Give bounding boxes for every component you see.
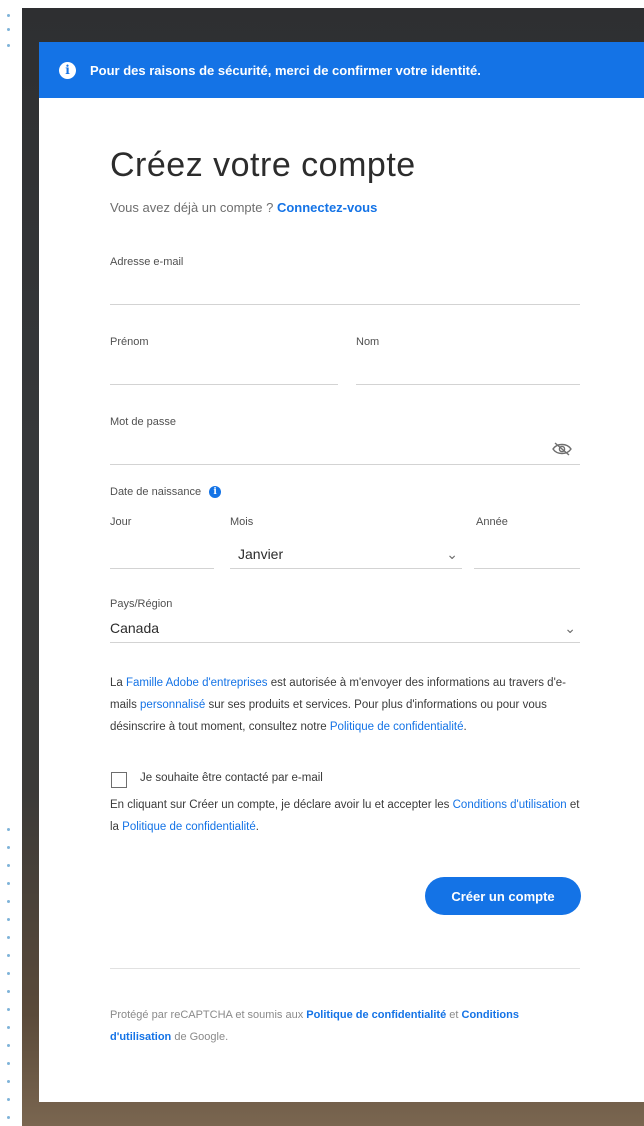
privacy-policy-link[interactable]: Politique de confidentialité <box>122 821 256 833</box>
terms-text: En cliquant sur Créer un compte, je décl… <box>110 794 580 838</box>
country-value: Canada <box>110 620 160 636</box>
recaptcha-text-part: Protégé par reCAPTCHA et soumis aux <box>110 1009 307 1021</box>
info-icon: i <box>59 61 76 79</box>
password-field[interactable] <box>110 436 580 465</box>
day-label: Jour <box>110 516 132 528</box>
signup-card: i Pour des raisons de sécurité, merci de… <box>39 42 644 1102</box>
birthdate-label: Date de naissance i <box>110 486 222 499</box>
day-field[interactable] <box>110 540 214 569</box>
year-field[interactable] <box>474 540 580 569</box>
decor-dot <box>7 864 10 867</box>
lastname-label: Nom <box>356 336 380 348</box>
decor-dot <box>7 1062 10 1065</box>
decor-dot <box>7 14 10 17</box>
decor-dot <box>7 1116 10 1119</box>
email-label: Adresse e-mail <box>110 256 184 268</box>
decor-dot <box>7 882 10 885</box>
decor-dot <box>7 1080 10 1083</box>
decor-dot <box>7 1044 10 1047</box>
consent-text-part: La <box>110 677 126 689</box>
decor-dot <box>7 44 10 47</box>
consent-text-part: . <box>463 721 467 733</box>
country-select[interactable]: Canada ⌄ <box>110 614 580 643</box>
month-label: Mois <box>230 516 254 528</box>
marketing-consent-text: La Famille Adobe d'entreprises est autor… <box>110 672 580 738</box>
page-title: Créez votre compte <box>110 146 416 184</box>
birthdate-label-text: Date de naissance <box>110 486 202 498</box>
password-label: Mot de passe <box>110 416 177 428</box>
info-icon[interactable]: i <box>209 486 222 499</box>
decor-dot <box>7 936 10 939</box>
terms-text-part: En cliquant sur Créer un compte, je décl… <box>110 799 453 811</box>
terms-text-part: . <box>255 821 259 833</box>
create-account-button[interactable]: Créer un compte <box>425 877 581 915</box>
email-contact-checkbox[interactable] <box>111 772 127 788</box>
recaptcha-text-part: de Google. <box>171 1031 229 1043</box>
background-left-strip <box>0 0 22 1126</box>
decor-dot <box>7 972 10 975</box>
google-privacy-link[interactable]: Politique de confidentialité <box>306 1009 446 1021</box>
recaptcha-text-part: et <box>446 1009 462 1021</box>
lastname-field[interactable] <box>356 356 580 385</box>
personalized-link[interactable]: personnalisé <box>140 699 205 711</box>
month-value: Janvier <box>238 546 284 562</box>
email-contact-label[interactable]: Je souhaite être contacté par e-mail <box>140 772 323 784</box>
decor-dot <box>7 954 10 957</box>
decor-dot <box>7 828 10 831</box>
decor-dot <box>7 900 10 903</box>
decor-dot <box>7 846 10 849</box>
decor-dot <box>7 1026 10 1029</box>
signin-prompt: Vous avez déjà un compte ? Connectez-vou… <box>110 200 377 215</box>
eye-slash-icon[interactable] <box>552 442 572 456</box>
decor-dot <box>7 1008 10 1011</box>
decor-dot <box>7 28 10 31</box>
chevron-down-icon: ⌄ <box>564 619 576 636</box>
month-select[interactable]: Janvier ⌄ <box>230 540 462 569</box>
terms-of-use-link[interactable]: Conditions d'utilisation <box>453 799 567 811</box>
security-banner: i Pour des raisons de sécurité, merci de… <box>39 42 644 98</box>
banner-text: Pour des raisons de sécurité, merci de c… <box>90 62 481 78</box>
privacy-policy-link[interactable]: Politique de confidentialité <box>330 721 464 733</box>
decor-dot <box>7 918 10 921</box>
adobe-family-link[interactable]: Famille Adobe d'entreprises <box>126 677 268 689</box>
firstname-field[interactable] <box>110 356 338 385</box>
decor-dot <box>7 990 10 993</box>
decor-dot <box>7 1098 10 1101</box>
signin-link[interactable]: Connectez-vous <box>277 200 377 215</box>
recaptcha-notice: Protégé par reCAPTCHA et soumis aux Poli… <box>110 1004 580 1048</box>
chevron-down-icon: ⌄ <box>446 545 458 562</box>
signin-prompt-text: Vous avez déjà un compte ? <box>110 200 277 215</box>
year-label: Année <box>476 516 508 528</box>
firstname-label: Prénom <box>110 336 149 348</box>
country-label: Pays/Région <box>110 598 173 610</box>
email-field[interactable] <box>110 276 580 305</box>
divider <box>110 968 580 969</box>
